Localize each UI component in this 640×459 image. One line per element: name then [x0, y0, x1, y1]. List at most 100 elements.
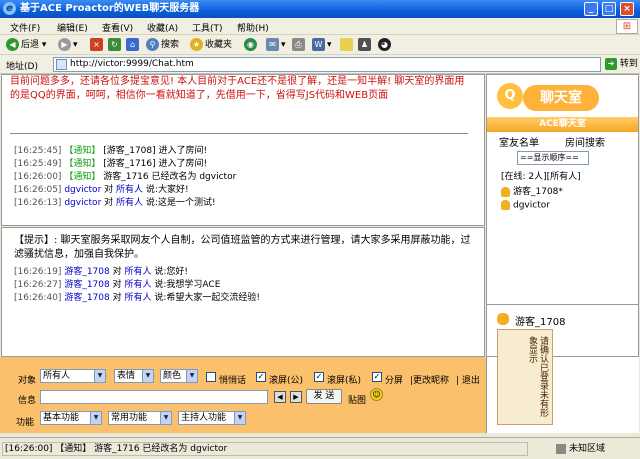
address-input[interactable]: http://victor:9999/Chat.htm — [53, 57, 601, 72]
whisper-checkbox[interactable] — [206, 372, 216, 382]
search-button[interactable]: ⚲ 搜索 — [146, 38, 179, 52]
qq-logo-icon: Q — [497, 83, 523, 109]
divider — [10, 133, 468, 134]
paste-image-link[interactable]: 贴图 — [348, 393, 366, 406]
user-list-item[interactable]: dgvictor — [501, 200, 550, 211]
mail-button[interactable]: ✉ ▾ — [266, 38, 286, 52]
windows-logo-icon: ⊞ — [616, 19, 638, 34]
recipient-link[interactable]: 所有人 — [125, 293, 152, 303]
stop-button[interactable]: × — [90, 38, 105, 52]
word-icon: W — [312, 38, 325, 51]
chat-line: [16:26:13] dgvictor 对 所有人 说:这是一个测试! — [14, 195, 216, 208]
send-button[interactable]: 发 送 — [306, 389, 342, 404]
private-chat-panel[interactable]: 【提示】: 聊天室服务采取网友个人自制，公司值班监管的方式来进行管理，请大家多采… — [1, 227, 485, 357]
exit-link[interactable]: | 退出 — [456, 373, 480, 386]
chat-line: [16:26:05] dgvictor 对 所有人 说:大家好! — [14, 182, 189, 195]
favorites-button[interactable]: ★ 收藏夹 — [190, 38, 232, 52]
public-chat-panel[interactable]: 目前问题多多，还请各位多提宝意见! 本人目前对于ACE还不是很了解，还是一知半解… — [1, 74, 485, 226]
timestamp: [16:25:49] — [14, 159, 62, 169]
smiley-icon[interactable]: ☺ — [370, 388, 383, 401]
home-button[interactable]: ⌂ — [126, 38, 141, 52]
refresh-button[interactable]: ↻ — [108, 38, 123, 52]
split-screen-checkbox[interactable]: ✓ — [372, 372, 382, 382]
color-select[interactable]: 颜色 ▼ — [160, 369, 198, 383]
back-arrow-icon: ◀ — [6, 38, 19, 51]
menu-favorites[interactable]: 收藏(A) — [147, 21, 178, 34]
stop-icon: × — [90, 38, 103, 51]
user-name: 游客_1708* — [513, 187, 563, 197]
chat-text: 游客_1716 已经改名为 dgvictor — [103, 172, 237, 182]
notice-tag: 【通知】 — [64, 146, 101, 156]
chat-verb: 对 — [112, 267, 122, 277]
print-button[interactable]: ⎙ — [292, 38, 307, 52]
status-bar: [16:26:00] 【通知】 游客_1716 已经改名为 dgvictor 未… — [0, 437, 640, 459]
timestamp: [16:26:13] — [14, 198, 62, 208]
chevron-down-icon: ▼ — [234, 412, 245, 424]
chat-line: [16:26:40] 游客_1708 对 所有人 说:希望大家一起交流经验! — [14, 290, 260, 303]
common-function-select[interactable]: 常用功能 ▼ — [108, 411, 172, 425]
back-button[interactable]: ◀ 后退 ▾ — [6, 38, 46, 52]
media-button[interactable]: ◉ — [244, 38, 259, 52]
tab-roommates[interactable]: 室友名单 — [499, 134, 539, 149]
recipient-link[interactable]: 所有人 — [116, 198, 143, 208]
go-label: 转到 — [619, 59, 638, 69]
forward-button[interactable]: ▶ ▾ — [58, 38, 78, 52]
menu-help[interactable]: 帮助(H) — [237, 21, 269, 34]
media-icon: ◉ — [244, 38, 257, 51]
user-icon — [501, 186, 510, 197]
timestamp: [16:26:27] — [14, 280, 62, 290]
prev-button[interactable]: ◀ — [274, 391, 286, 403]
recipient-link[interactable]: 所有人 — [125, 267, 152, 277]
maximize-button[interactable]: □ — [602, 2, 616, 16]
next-button[interactable]: ▶ — [290, 391, 302, 403]
sender-link[interactable]: 游客_1708 — [64, 293, 109, 303]
sender-link[interactable]: dgvictor — [64, 198, 101, 208]
common-function-value: 常用功能 — [111, 413, 148, 423]
go-button[interactable]: ➜ 转到 — [605, 57, 638, 72]
rename-link[interactable]: |更改昵称 — [410, 373, 449, 386]
avatar: 请确认已登录未有形象显示 — [497, 329, 553, 425]
message-label: 信息 — [18, 396, 37, 406]
minimize-button[interactable]: _ — [584, 2, 598, 16]
basic-function-select[interactable]: 基本功能 ▼ — [40, 411, 102, 425]
msn-icon: ♟ — [358, 38, 371, 51]
discuss-button[interactable] — [340, 38, 355, 52]
close-button[interactable]: × — [620, 2, 634, 16]
messenger-button[interactable]: ♟ — [358, 38, 373, 52]
tab-room-search[interactable]: 房间搜索 — [565, 134, 605, 149]
sender-link[interactable]: 游客_1708 — [64, 280, 109, 290]
emotion-value: 表情 — [117, 371, 136, 381]
back-label: 后退 — [21, 40, 40, 50]
recipient-link[interactable]: 所有人 — [125, 280, 152, 290]
menu-view[interactable]: 查看(V) — [102, 21, 133, 34]
toolbar: ◀ 后退 ▾ ▶ ▾ × ↻ ⌂ ⚲ 搜索 ★ 收藏夹 ◉ ✉ ▾ ⎙ W ▾ ♟ ◕ — [0, 35, 640, 55]
title-bar: e 基于ACE Proactor的WEB聊天服务器 _ □ × — [0, 0, 640, 18]
chat-text: [游客_1716] 进入了房间! — [103, 159, 208, 169]
host-function-select[interactable]: 主持人功能 ▼ — [178, 411, 246, 425]
scroll-private-checkbox[interactable]: ✓ — [314, 372, 324, 382]
emotion-select[interactable]: 表情 ▼ — [114, 369, 154, 383]
sender-link[interactable]: dgvictor — [64, 185, 101, 195]
recipient-link[interactable]: 所有人 — [116, 185, 143, 195]
chevron-down-icon: ▼ — [160, 412, 171, 424]
target-select[interactable]: 所有人 ▼ — [40, 369, 106, 383]
qq-penguin-icon: ◕ — [378, 38, 391, 51]
menu-file[interactable]: 文件(F) — [10, 21, 40, 34]
scroll-public-checkbox[interactable]: ✓ — [256, 372, 266, 382]
timestamp: [16:25:45] — [14, 146, 62, 156]
zone-icon — [556, 443, 566, 454]
favorites-label: 收藏夹 — [205, 40, 233, 50]
user-list-item[interactable]: 游客_1708* — [501, 184, 563, 197]
mail-icon: ✉ — [266, 38, 279, 51]
menu-tools[interactable]: 工具(T) — [192, 21, 223, 34]
online-count[interactable]: [在线: 2人][所有人] — [501, 169, 581, 182]
logo-text: 聊天室 — [523, 85, 599, 111]
display-order-select[interactable]: ==显示顺序== — [517, 151, 589, 165]
menu-edit[interactable]: 编辑(E) — [57, 21, 88, 34]
message-input[interactable] — [40, 390, 268, 404]
qq-button[interactable]: ◕ — [378, 38, 393, 52]
edit-button[interactable]: W ▾ — [312, 38, 332, 52]
sender-link[interactable]: 游客_1708 — [64, 267, 109, 277]
chat-text: [游客_1708] 进入了房间! — [103, 146, 208, 156]
control-panel: 对象 所有人 ▼ 表情 ▼ 颜色 ▼ 悄悄话 ✓ 滚屏(公) ✓ 滚屏(私) ✓ 分屏… — [0, 357, 486, 433]
